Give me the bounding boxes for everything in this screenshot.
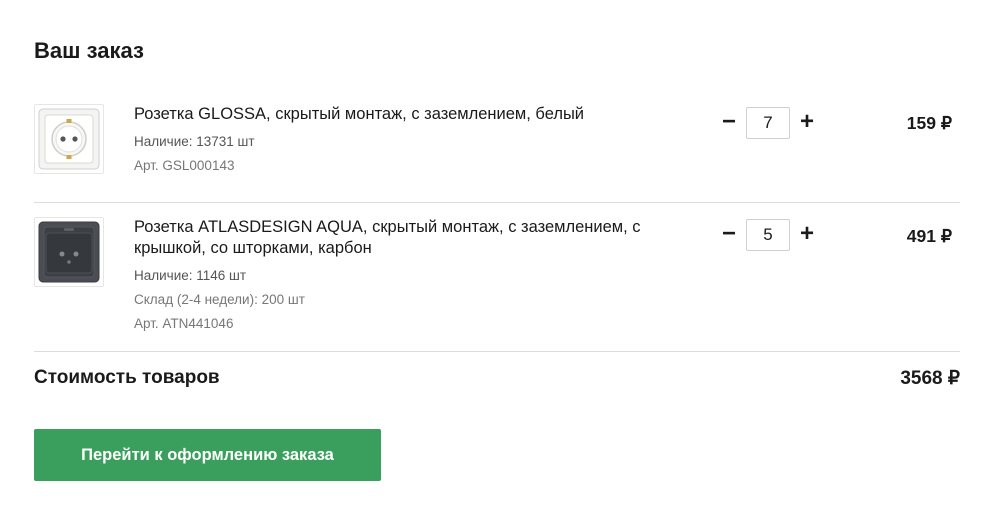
cart-item: Розетка ATLASDESIGN AQUA, скрытый монтаж… <box>34 203 960 351</box>
decrease-quantity-button[interactable]: − <box>718 107 740 139</box>
page-title: Ваш заказ <box>34 38 144 63</box>
total-label: Стоимость товаров <box>34 367 220 388</box>
sku-text: Арт. GSL000143 <box>134 158 235 173</box>
item-price: 491 ₽ <box>906 226 952 246</box>
quantity-stepper: − + <box>718 219 818 251</box>
availability-text: Наличие: 1146 шт <box>134 268 247 283</box>
carbon-socket-icon <box>38 221 100 283</box>
item-price: 159 ₽ <box>906 113 952 133</box>
white-socket-icon <box>38 108 100 170</box>
quantity-stepper: − + <box>718 107 818 139</box>
increase-quantity-button[interactable]: + <box>796 219 818 251</box>
quantity-input[interactable] <box>746 107 790 139</box>
cart-item: Розетка GLOSSA, скрытый монтаж, с заземл… <box>34 92 960 202</box>
increase-quantity-button[interactable]: + <box>796 107 818 139</box>
product-image[interactable] <box>34 217 104 287</box>
product-image[interactable] <box>34 104 104 174</box>
warehouse-text: Склад (2-4 недели): 200 шт <box>134 292 305 307</box>
total-value: 3568 ₽ <box>900 368 960 389</box>
availability-text: Наличие: 13731 шт <box>134 134 255 149</box>
sku-text: Арт. ATN441046 <box>134 316 234 331</box>
quantity-input[interactable] <box>746 219 790 251</box>
checkout-button[interactable]: Перейти к оформлению заказа <box>34 429 381 481</box>
divider <box>34 351 960 352</box>
decrease-quantity-button[interactable]: − <box>718 219 740 251</box>
product-name[interactable]: Розетка ATLASDESIGN AQUA, скрытый монтаж… <box>134 217 674 259</box>
product-name[interactable]: Розетка GLOSSA, скрытый монтаж, с заземл… <box>134 104 674 125</box>
